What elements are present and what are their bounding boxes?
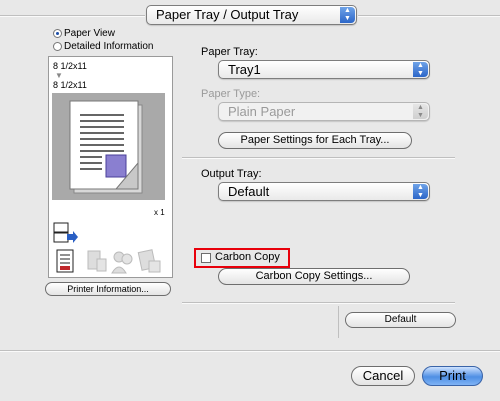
paper-tray-value: Tray1 [228, 62, 261, 77]
output-size-label: 8 1/2x11 [53, 80, 87, 90]
output-tray-icon [53, 222, 78, 243]
bottom-right-divider [182, 302, 455, 304]
default-button-separator [338, 306, 339, 338]
paper-type-value: Plain Paper [228, 104, 296, 119]
cancel-button[interactable]: Cancel [351, 366, 415, 386]
section-divider [182, 157, 455, 159]
document-preview-icon [69, 100, 143, 194]
carbon-copy-settings-button[interactable]: Carbon Copy Settings... [218, 268, 410, 285]
default-button[interactable]: Default [345, 312, 456, 328]
paper-view-label: Paper View [64, 28, 115, 39]
panel-selector-popup[interactable]: Paper Tray / Output Tray ▲ ▼ [146, 5, 357, 25]
paper-type-popup: Plain Paper ▲ ▼ [218, 102, 430, 121]
popup-arrows-icon: ▲ ▼ [340, 7, 355, 23]
popup-arrows-icon: ▲ ▼ [413, 62, 428, 77]
page-preview [52, 93, 165, 200]
copies-count: x 1 [154, 208, 165, 217]
document-icon [56, 249, 74, 273]
user-auth-icon [111, 251, 133, 274]
source-size-label: 8 1/2x11 [53, 61, 87, 71]
paper-view-radio[interactable] [53, 29, 62, 38]
detailed-information-label: Detailed Information [64, 41, 154, 52]
printer-information-button[interactable]: Printer Information... [45, 282, 171, 296]
output-tray-value: Default [228, 184, 270, 199]
paper-type-label: Paper Type: [201, 88, 261, 100]
account-track-icon [137, 249, 161, 273]
popup-arrows-icon: ▲ ▼ [413, 104, 428, 119]
top-divider [0, 15, 145, 17]
carbon-copy-label: Carbon Copy [215, 251, 280, 263]
paper-tray-label: Paper Tray: [201, 46, 258, 58]
panel-selector-value: Paper Tray / Output Tray [156, 7, 299, 22]
secure-print-icon [87, 250, 107, 272]
output-tray-label: Output Tray: [201, 168, 262, 180]
footer-divider [0, 350, 500, 352]
paper-settings-button[interactable]: Paper Settings for Each Tray... [218, 132, 412, 149]
size-arrow-icon: ▼ [55, 71, 63, 80]
popup-arrows-icon: ▲ ▼ [413, 184, 428, 199]
top-divider-right [358, 15, 500, 17]
detailed-information-radio[interactable] [53, 42, 62, 51]
output-tray-popup[interactable]: Default ▲ ▼ [218, 182, 430, 201]
carbon-copy-checkbox[interactable] [201, 253, 211, 263]
paper-tray-popup[interactable]: Tray1 ▲ ▼ [218, 60, 430, 79]
print-button[interactable]: Print [422, 366, 483, 386]
